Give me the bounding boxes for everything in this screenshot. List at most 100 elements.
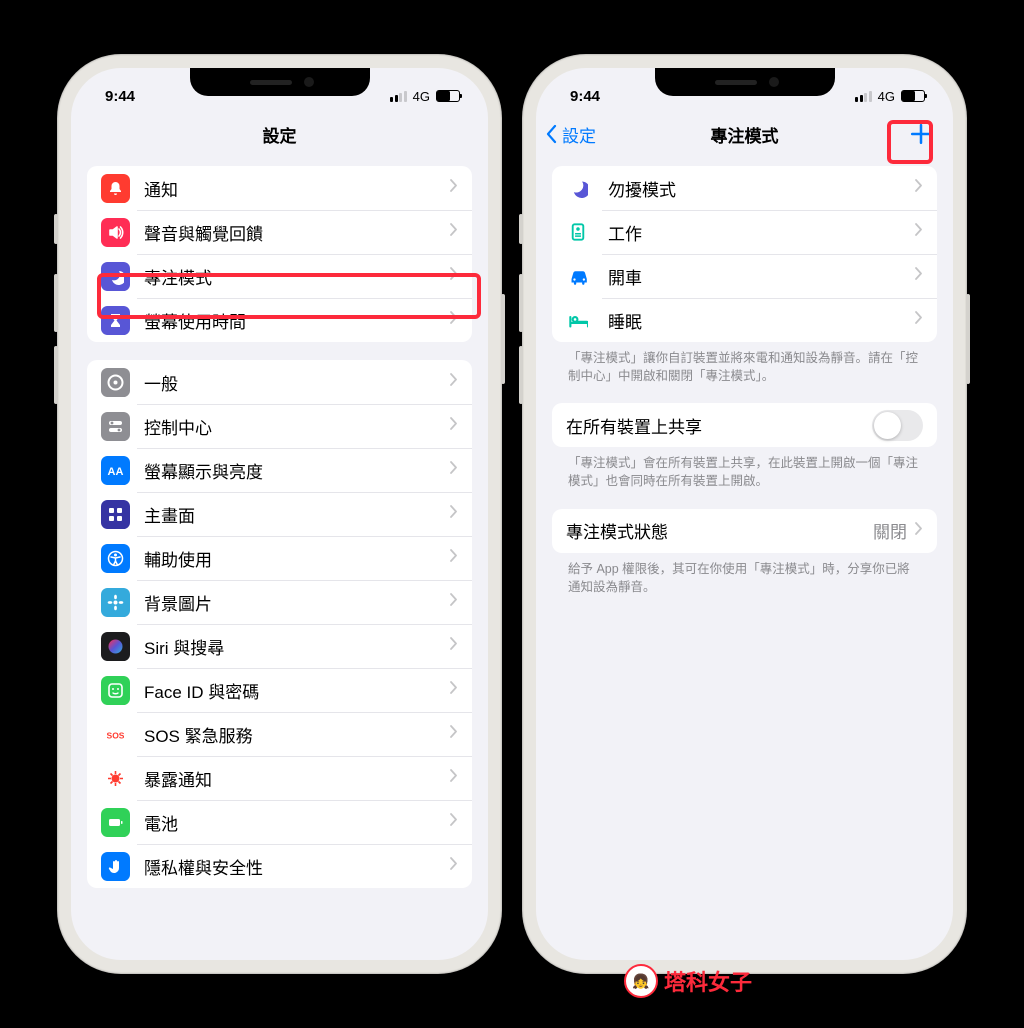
settings-row[interactable]: 螢幕使用時間 [87, 298, 472, 342]
modes-footer: 「專注模式」讓你自訂裝置並將來電和通知設為靜音。請在「控制中心」中開啟和關閉「專… [552, 342, 937, 385]
chevron-icon [450, 769, 458, 787]
row-label: SOS 緊急服務 [144, 722, 450, 747]
settings-row[interactable]: 主畫面 [87, 492, 472, 536]
row-label: 聲音與觸覺回饋 [144, 220, 450, 245]
page-title: 設定 [263, 122, 297, 147]
chevron-icon [915, 179, 923, 197]
sos-icon [101, 720, 130, 749]
hand-icon [101, 852, 130, 881]
virus-icon [101, 764, 130, 793]
aa-icon [101, 456, 130, 485]
sound-icon [101, 218, 130, 247]
carrier-label: 4G [878, 89, 895, 104]
grid-icon [101, 500, 130, 529]
row-label: 主畫面 [144, 502, 450, 527]
status-footer: 給予 App 權限後，其可在你使用「專注模式」時，分享你已將通知設為靜音。 [552, 553, 937, 596]
settings-row[interactable]: SOS 緊急服務 [87, 712, 472, 756]
share-label: 在所有裝置上共享 [566, 413, 872, 438]
chevron-icon [450, 179, 458, 197]
switches-icon [101, 412, 130, 441]
nav-bar: 設定 [71, 112, 488, 156]
nav-bar: 設定 專注模式 [536, 112, 953, 156]
status-value: 關閉 [873, 518, 907, 543]
chevron-icon [450, 461, 458, 479]
chevron-icon [450, 505, 458, 523]
settings-row[interactable]: Siri 與搜尋 [87, 624, 472, 668]
status-time: 9:44 [570, 88, 600, 105]
flower-icon [101, 588, 130, 617]
row-label: 開車 [608, 264, 915, 289]
status-indicators: 4G [390, 89, 460, 104]
carrier-label: 4G [413, 89, 430, 104]
row-label: 隱私權與安全性 [144, 854, 450, 879]
bell-icon [101, 174, 130, 203]
settings-row[interactable]: 一般 [87, 360, 472, 404]
row-label: 控制中心 [144, 414, 450, 439]
chevron-icon [450, 417, 458, 435]
chevron-icon [915, 522, 923, 540]
settings-row[interactable]: 背景圖片 [87, 580, 472, 624]
chevron-icon [450, 373, 458, 391]
moon-icon [566, 178, 590, 198]
chevron-icon [450, 857, 458, 875]
share-toggle[interactable] [872, 410, 923, 441]
watermark: 👧 塔科女子 [624, 964, 752, 998]
chevron-icon [915, 223, 923, 241]
bed-icon [566, 310, 590, 330]
chevron-icon [450, 813, 458, 831]
chevron-icon [450, 267, 458, 285]
status-indicators: 4G [855, 89, 925, 104]
settings-row[interactable]: 螢幕顯示與亮度 [87, 448, 472, 492]
settings-row[interactable]: 暴露通知 [87, 756, 472, 800]
chevron-icon [450, 549, 458, 567]
settings-row[interactable]: 控制中心 [87, 404, 472, 448]
settings-row[interactable]: 專注模式 [87, 254, 472, 298]
chevron-icon [915, 267, 923, 285]
row-label: 輔助使用 [144, 546, 450, 571]
watermark-text: 塔科女子 [664, 965, 752, 997]
status-row[interactable]: 專注模式狀態 關閉 [552, 509, 937, 553]
settings-list[interactable]: 通知 聲音與觸覺回饋 專注模式 螢幕使用時間 一般 控制中心 螢幕顯示與亮度 主… [71, 156, 488, 960]
chevron-icon [450, 311, 458, 329]
moon-icon [101, 262, 130, 291]
settings-row[interactable]: 聲音與觸覺回饋 [87, 210, 472, 254]
row-label: 通知 [144, 176, 450, 201]
settings-row[interactable]: 隱私權與安全性 [87, 844, 472, 888]
phone-left: 9:44 4G 設定 通知 聲音與觸覺回饋 專注模式 螢幕使用時間 一般 控制中… [57, 54, 502, 974]
notch [655, 68, 835, 96]
watermark-avatar-icon: 👧 [624, 964, 658, 998]
badge-icon [566, 222, 590, 242]
settings-row[interactable]: Face ID 與密碼 [87, 668, 472, 712]
focus-mode-row[interactable]: 開車 [552, 254, 937, 298]
plus-icon [910, 123, 932, 145]
row-label: 專注模式 [144, 264, 450, 289]
row-label: 工作 [608, 220, 915, 245]
back-button[interactable]: 設定 [546, 122, 596, 147]
notch [190, 68, 370, 96]
status-time: 9:44 [105, 88, 135, 105]
focus-mode-row[interactable]: 勿擾模式 [552, 166, 937, 210]
share-row[interactable]: 在所有裝置上共享 [552, 403, 937, 447]
battery-icon [901, 90, 925, 102]
add-button[interactable] [903, 116, 939, 152]
row-label: Face ID 與密碼 [144, 678, 450, 703]
status-label: 專注模式狀態 [566, 518, 873, 543]
row-label: 一般 [144, 370, 450, 395]
battery-icon [436, 90, 460, 102]
chevron-icon [450, 637, 458, 655]
settings-row[interactable]: 通知 [87, 166, 472, 210]
focus-content[interactable]: 勿擾模式 工作 開車 睡眠 「專注模式」讓你自訂裝置並將來電和通知設為靜音。請在… [536, 156, 953, 960]
settings-row[interactable]: 電池 [87, 800, 472, 844]
settings-row[interactable]: 輔助使用 [87, 536, 472, 580]
page-title: 專注模式 [711, 122, 779, 147]
signal-icon [855, 91, 872, 102]
focus-mode-row[interactable]: 工作 [552, 210, 937, 254]
back-label: 設定 [562, 122, 596, 147]
gear-icon [101, 368, 130, 397]
phone-right: 9:44 4G 設定 專注模式 勿擾模式 工作 開車 睡眠 「專注模式」讓你自訂… [522, 54, 967, 974]
chevron-icon [450, 593, 458, 611]
focus-mode-row[interactable]: 睡眠 [552, 298, 937, 342]
signal-icon [390, 91, 407, 102]
faceid-icon [101, 676, 130, 705]
row-label: Siri 與搜尋 [144, 634, 450, 659]
